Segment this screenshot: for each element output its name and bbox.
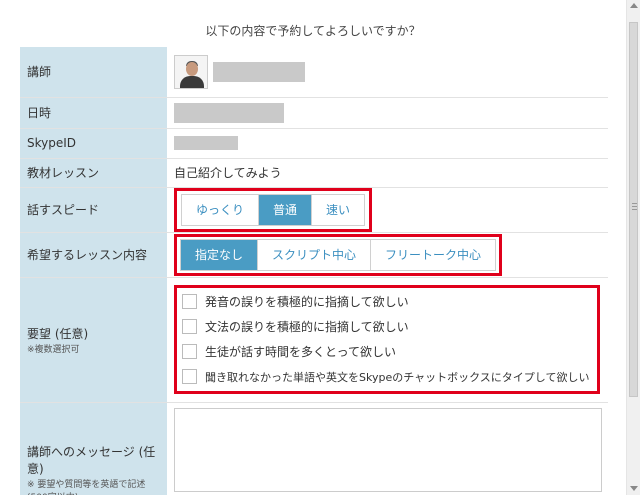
scroll-down-icon[interactable]: [630, 486, 638, 491]
reservation-dialog: 以下の内容で予約してよろしいですか？ 講師 日時 SkypeID 教材レッスン …: [0, 0, 626, 495]
skype-row: SkypeID: [20, 128, 608, 159]
request-label: 文法の誤りを積極的に指摘して欲しい: [205, 320, 409, 334]
requests-label-cell: 要望 (任意) ※複数選択可: [20, 277, 167, 403]
message-label: 講師へのメッセージ (任意): [27, 444, 156, 476]
date-value-redacted: [174, 102, 284, 123]
material-row: 教材レッスン 自己紹介してみよう: [20, 158, 608, 188]
date-row: 日時: [20, 97, 608, 129]
message-textarea[interactable]: [174, 407, 602, 492]
speed-option-slow[interactable]: ゆっくり: [182, 194, 260, 225]
requests-label: 要望 (任意): [27, 326, 89, 341]
request-label: 発音の誤りを積極的に指摘して欲しい: [205, 295, 409, 309]
speed-option-fast[interactable]: 速い: [312, 194, 365, 225]
content-option-freetalk[interactable]: フリートーク中心: [371, 239, 496, 270]
requests-note: ※複数選択可: [27, 344, 80, 355]
content-option-none[interactable]: 指定なし: [181, 239, 259, 270]
skype-value-redacted: [174, 136, 238, 151]
teacher-label: 講師: [20, 47, 167, 98]
request-label: 聞き取れなかった単語や英文をSkypeのチャットボックスにタイプして欲しい: [205, 370, 590, 384]
teacher-row: 講師: [20, 47, 608, 98]
request-item[interactable]: 文法の誤りを積極的に指摘して欲しい: [182, 314, 589, 339]
vertical-scrollbar[interactable]: [626, 0, 640, 495]
requests-row: 要望 (任意) ※複数選択可 発音の誤りを積極的に指摘して欲しい 文法の誤りを積…: [20, 277, 608, 403]
material-value: 自己紹介してみよう: [167, 158, 608, 188]
date-label: 日時: [20, 97, 167, 129]
speed-highlight: ゆっくり 普通 速い: [174, 187, 373, 232]
skype-label: SkypeID: [20, 128, 167, 159]
request-checkbox[interactable]: [182, 369, 197, 384]
confirm-heading: 以下の内容で予約してよろしいですか？: [205, 24, 421, 38]
content-label: 希望するレッスン内容: [20, 232, 167, 278]
speed-row: 話すスピード ゆっくり 普通 速い: [20, 187, 608, 233]
request-checkbox[interactable]: [182, 294, 197, 309]
message-note: ※ 要望や質問等を英語で記述 (500字以内): [27, 479, 146, 495]
scroll-up-icon[interactable]: [630, 3, 638, 8]
scroll-thumb[interactable]: [629, 22, 638, 397]
request-item[interactable]: 聞き取れなかった単語や英文をSkypeのチャットボックスにタイプして欲しい: [182, 364, 589, 389]
request-item[interactable]: 生徒が話す時間を多くとって欲しい: [182, 339, 589, 364]
speed-selector: ゆっくり 普通 速い: [181, 193, 366, 226]
message-row: 講師へのメッセージ (任意) ※ 要望や質問等を英語で記述 (500字以内): [20, 402, 608, 495]
teacher-avatar: [174, 54, 208, 89]
content-selector: 指定なし スクリプト中心 フリートーク中心: [180, 238, 497, 271]
message-label-cell: 講師へのメッセージ (任意) ※ 要望や質問等を英語で記述 (500字以内): [20, 402, 167, 495]
request-checkbox[interactable]: [182, 344, 197, 359]
speed-option-normal[interactable]: 普通: [259, 194, 313, 225]
content-highlight: 指定なし スクリプト中心 フリートーク中心: [174, 233, 503, 276]
content-row: 希望するレッスン内容 指定なし スクリプト中心 フリートーク中心: [20, 232, 608, 278]
requests-highlight: 発音の誤りを積極的に指摘して欲しい 文法の誤りを積極的に指摘して欲しい 生徒が話…: [174, 285, 601, 394]
request-checkbox[interactable]: [182, 319, 197, 334]
content-option-script[interactable]: スクリプト中心: [258, 239, 372, 270]
reservation-form: 講師 日時 SkypeID 教材レッスン 自己紹介してみよう 話すスピード ゆっ…: [20, 47, 608, 495]
request-label: 生徒が話す時間を多くとって欲しい: [205, 345, 397, 359]
teacher-name-redacted: [212, 61, 305, 82]
speed-label: 話すスピード: [20, 187, 167, 233]
material-label: 教材レッスン: [20, 158, 167, 188]
request-item[interactable]: 発音の誤りを積極的に指摘して欲しい: [182, 289, 589, 314]
